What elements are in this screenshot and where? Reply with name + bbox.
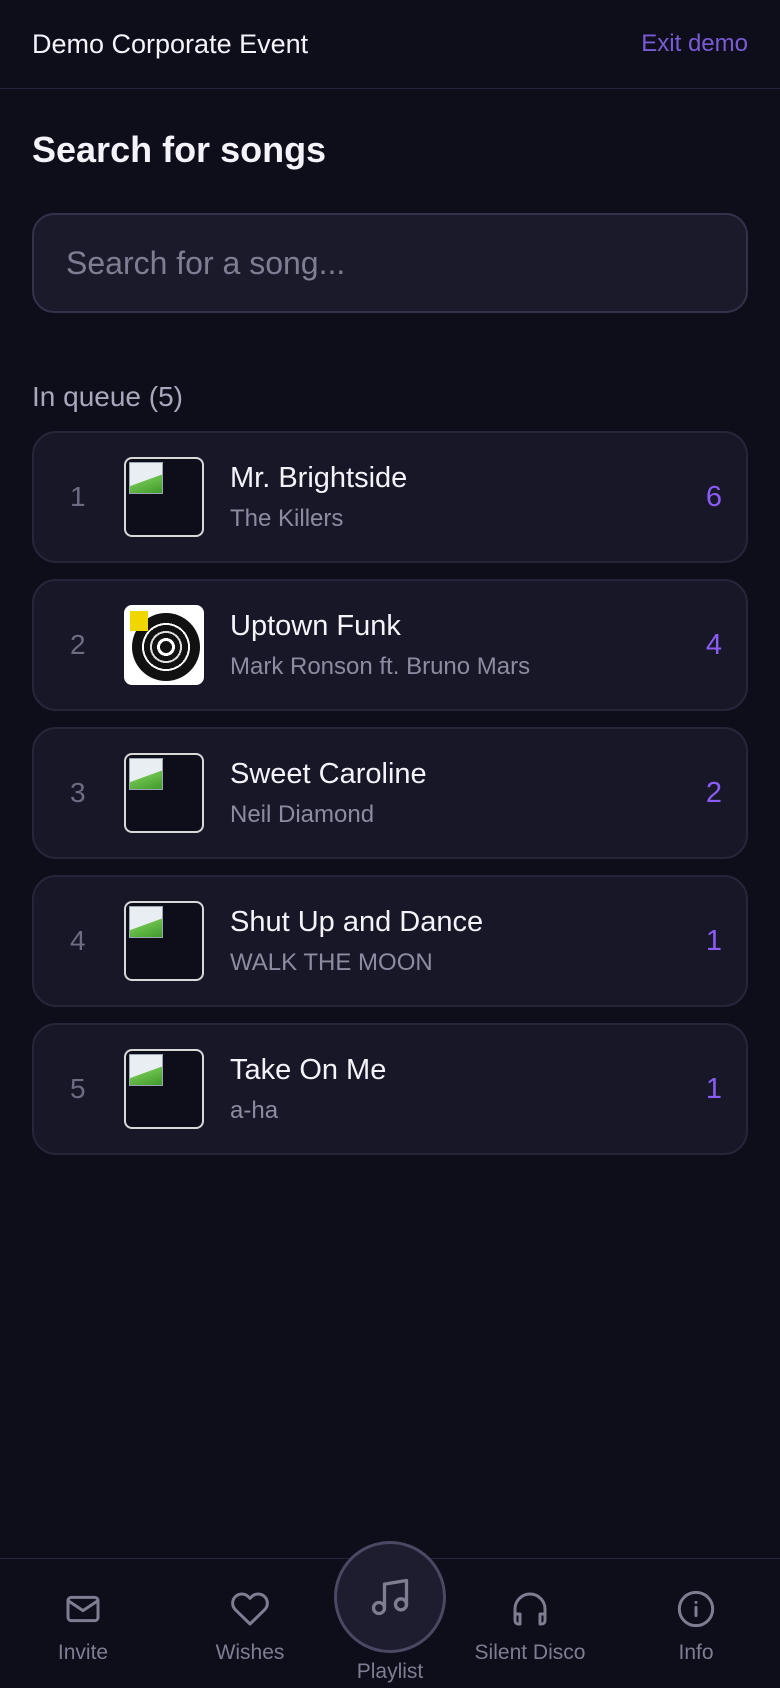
app-header: Demo Corporate Event Exit demo [0, 0, 780, 89]
song-title: Uptown Funk [230, 609, 401, 642]
event-title: Demo Corporate Event [32, 28, 309, 59]
queue-position: 4 [70, 925, 86, 956]
nav-playlist-button[interactable] [334, 1541, 446, 1653]
queue-item[interactable]: 4 Shut Up and Dance WALK THE MOON 1 [32, 875, 748, 1007]
vote-count: 1 [705, 924, 722, 957]
nav-invite-label: Invite [57, 1641, 109, 1664]
bottom-nav: Invite Wishes Playlist Silent Disco Info [0, 1541, 780, 1688]
queue-position: 1 [70, 481, 86, 512]
album-cover-broken-image [124, 753, 204, 833]
nav-wishes[interactable]: Wishes [180, 1589, 320, 1665]
queue-item[interactable]: 2 Uptown Funk Mark Ronson ft. Bruno Mars… [32, 579, 748, 711]
song-title: Mr. Brightside [230, 461, 408, 494]
queue-position: 2 [70, 629, 86, 660]
main-content: Search for songs In queue (5) 1 Mr. Brig… [0, 129, 780, 1155]
nav-wishes-label: Wishes [215, 1641, 285, 1664]
song-artist: a-ha [230, 1096, 279, 1124]
info-icon [677, 1590, 715, 1628]
nav-silent-disco-label: Silent Disco [474, 1641, 586, 1664]
vote-count: 2 [705, 776, 722, 809]
heart-icon [231, 1592, 269, 1626]
app-root: Demo Corporate Event Exit demo Search fo… [0, 0, 780, 1688]
nav-silent-disco[interactable]: Silent Disco [460, 1589, 600, 1665]
song-info: Mr. Brightside The Killers [230, 462, 692, 533]
song-info: Sweet Caroline Neil Diamond [230, 758, 692, 829]
mail-icon [66, 1595, 100, 1623]
album-cover-vinyl-image [124, 605, 204, 685]
album-cover-broken-image [124, 1049, 204, 1129]
nav-info[interactable]: Info [626, 1589, 766, 1665]
album-cover-broken-image [124, 901, 204, 981]
vote-count: 4 [705, 628, 722, 661]
vote-count: 6 [705, 480, 722, 513]
song-info: Shut Up and Dance WALK THE MOON [230, 906, 692, 977]
song-title: Take On Me [230, 1053, 387, 1086]
queue-item[interactable]: 5 Take On Me a-ha 1 [32, 1023, 748, 1155]
search-input[interactable] [66, 244, 714, 282]
headphones-icon [513, 1592, 547, 1626]
song-artist: WALK THE MOON [230, 948, 433, 976]
exit-demo-link[interactable]: Exit demo [641, 30, 748, 58]
queue-position: 3 [70, 777, 86, 808]
song-info: Take On Me a-ha [230, 1054, 692, 1125]
song-title: Sweet Caroline [230, 757, 427, 790]
search-box[interactable] [32, 213, 748, 313]
nav-info-label: Info [678, 1641, 714, 1664]
queue-item[interactable]: 1 Mr. Brightside The Killers 6 [32, 431, 748, 563]
nav-playlist-label: Playlist [356, 1660, 424, 1683]
page-title: Search for songs [32, 129, 327, 170]
song-artist: Mark Ronson ft. Bruno Mars [230, 652, 531, 680]
album-cover-broken-image [124, 457, 204, 537]
song-artist: Neil Diamond [230, 800, 375, 828]
song-artist: The Killers [230, 504, 344, 532]
queue-item[interactable]: 3 Sweet Caroline Neil Diamond 2 [32, 727, 748, 859]
queue-heading: In queue (5) [32, 381, 183, 412]
music-note-icon [371, 1578, 409, 1616]
queue-list: 1 Mr. Brightside The Killers 6 2 Uptown … [32, 431, 748, 1155]
nav-invite[interactable]: Invite [13, 1589, 153, 1665]
song-info: Uptown Funk Mark Ronson ft. Bruno Mars [230, 610, 692, 681]
queue-position: 5 [70, 1073, 86, 1104]
vote-count: 1 [705, 1072, 722, 1105]
song-title: Shut Up and Dance [230, 905, 484, 938]
